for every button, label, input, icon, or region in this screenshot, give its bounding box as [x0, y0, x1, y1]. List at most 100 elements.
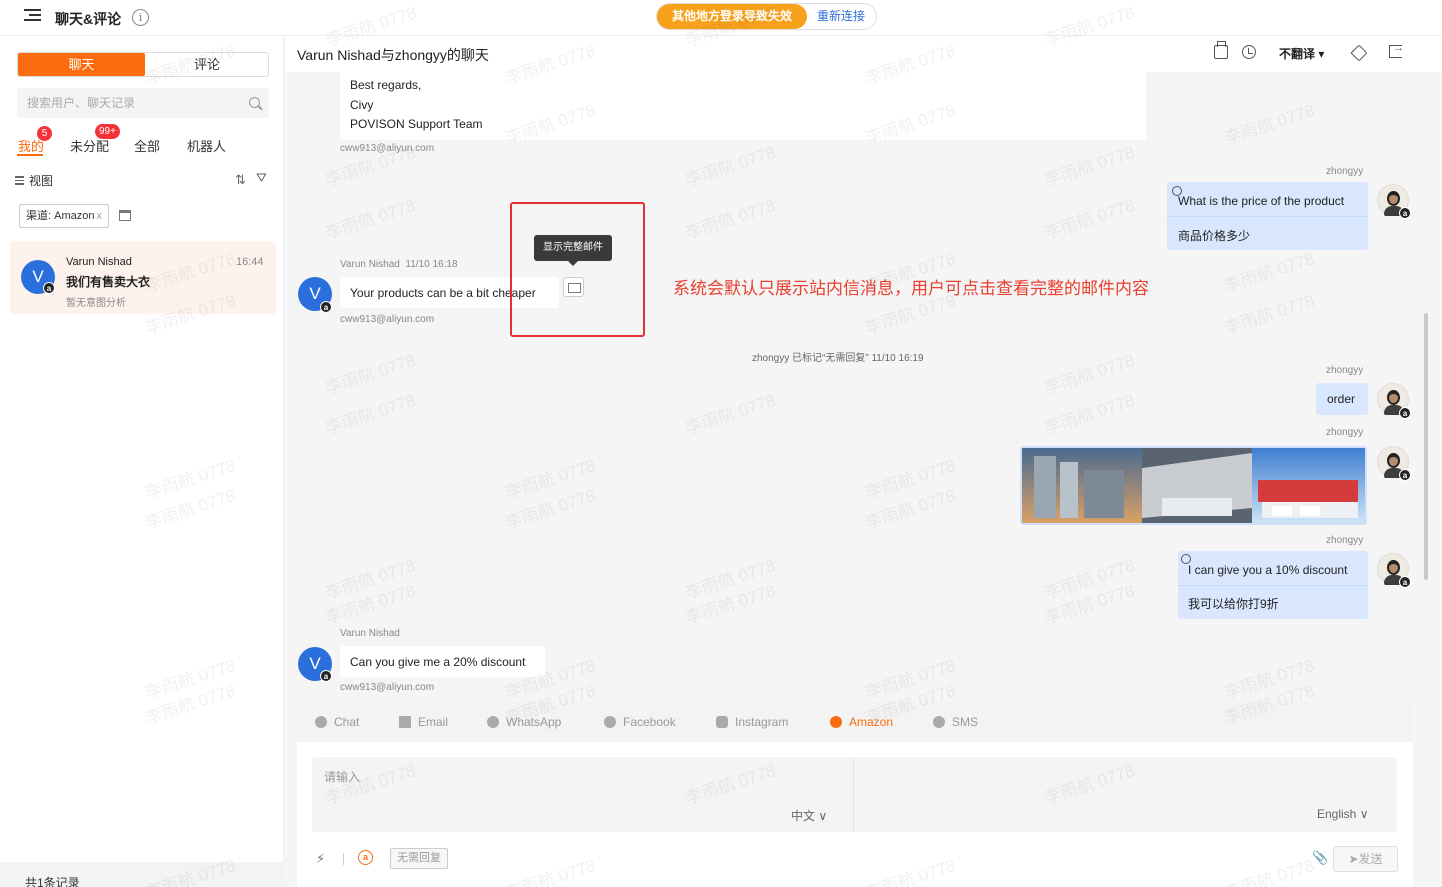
outgoing-message: I can give you a 10% discount 我可以给你打9折 — [1178, 551, 1368, 619]
email-line: Civy — [350, 97, 374, 112]
info-icon[interactable]: i — [132, 9, 149, 26]
menu-icon[interactable] — [24, 9, 41, 23]
record-count: 共1条记录 — [25, 876, 80, 887]
channel-filter-label: 渠道: Amazon — [26, 210, 95, 222]
message-translation: 我可以给你打9折 — [1188, 597, 1279, 611]
system-note: zhongyy 已标记“无需回复” 11/10 16:19 — [752, 353, 924, 364]
amazon-channel-icon: a — [43, 282, 55, 294]
print-icon[interactable] — [1214, 41, 1228, 59]
filter-tab-all[interactable]: 全部 — [134, 136, 160, 155]
message-translation: 商品价格多少 — [1178, 229, 1251, 243]
view-list-icon[interactable] — [15, 176, 24, 185]
mode-switch: 聊天 评论 — [17, 52, 269, 77]
message-text: Your products can be a bit cheaper — [350, 286, 536, 300]
sender-email: cww913@aliyun.com — [340, 682, 435, 693]
message-text: Can you give me a 20% discount — [350, 655, 526, 669]
search-icon[interactable] — [249, 97, 260, 108]
channel-tab-instagram[interactable]: Instagram — [716, 715, 788, 729]
tooltip: 显示完整邮件 — [534, 235, 612, 266]
input-divider — [853, 757, 854, 832]
conversation-sidebar: 聊天 评论 我的 5 未分配 99+ 全部 机器人 视图 ⇅ ⛛ 渠道: Ama… — [0, 36, 284, 887]
channel-tab-chat[interactable]: Chat — [315, 715, 359, 729]
input-box[interactable]: 请输入 中文 ∨ English ∨ — [312, 757, 1397, 832]
conversation-last-message: 我们有售卖大衣 — [66, 275, 151, 289]
conversation-item[interactable]: V a Varun Nishad 16:44 我们有售卖大衣 暂无意图分析 — [10, 241, 276, 314]
store-icon[interactable] — [119, 210, 131, 221]
channel-tab-email[interactable]: Email — [399, 715, 448, 729]
active-tab-underline — [17, 154, 43, 156]
connection-alert: 其他地方登录导致失效 重新连接 — [656, 3, 877, 30]
tab-chat[interactable]: 聊天 — [18, 53, 145, 76]
sms-icon — [933, 716, 945, 728]
app-title: 聊天&评论 — [55, 11, 122, 27]
send-button[interactable]: ➤发送 — [1333, 846, 1398, 872]
sender-email: cww913@aliyun.com — [340, 143, 435, 154]
amazon-channel-icon: a — [1399, 407, 1411, 419]
search-input[interactable] — [17, 88, 269, 118]
sender-name: zhongyy — [1326, 535, 1364, 546]
tab-reviews[interactable]: 评论 — [145, 53, 269, 76]
outgoing-message: order — [1316, 383, 1368, 415]
chat-title: Varun Nishad与zhongyy的聊天 — [297, 47, 489, 63]
instagram-icon — [716, 716, 728, 728]
amazon-channel-icon: a — [320, 301, 332, 313]
channel-tab-facebook[interactable]: Facebook — [604, 715, 676, 729]
sender-name: zhongyy — [1326, 427, 1364, 438]
email-message-tail: Best regards, Civy POVISON Support Team — [340, 70, 1146, 140]
conversation-name: Varun Nishad — [66, 256, 132, 268]
chat-header: Varun Nishad与zhongyy的聊天 不翻译 ▾ — [285, 36, 1442, 72]
facebook-icon — [604, 716, 616, 728]
conversation-intent: 暂无意图分析 — [66, 298, 126, 309]
conversation-time: 16:44 — [236, 256, 264, 268]
amazon-template-icon[interactable]: a — [358, 850, 373, 865]
quick-reply-icon[interactable]: ⚡ — [316, 851, 325, 867]
email-line: POVISON Support Team — [350, 117, 483, 131]
reconnect-link[interactable]: 重新连接 — [817, 4, 865, 29]
message-list[interactable]: Best regards, Civy POVISON Support Team … — [285, 70, 1425, 700]
tag-icon[interactable] — [1350, 44, 1368, 62]
amazon-icon — [830, 716, 842, 728]
record-count-bar: 共1条记录 — [0, 862, 284, 887]
tag-close-icon[interactable]: x — [96, 210, 102, 222]
chat-scrollbar[interactable] — [1424, 313, 1428, 580]
exit-icon[interactable] — [1389, 42, 1404, 58]
message-text: I can give you a 10% discount — [1188, 563, 1348, 577]
factory-photo[interactable] — [1020, 446, 1367, 525]
translate-select[interactable]: 不翻译 ▾ — [1279, 45, 1324, 62]
target-language-select[interactable]: English ∨ — [1317, 807, 1368, 821]
view-label[interactable]: 视图 — [29, 172, 53, 189]
channel-tabs: Chat Email WhatsApp Facebook Instagram A… — [297, 702, 1413, 742]
incoming-message: Can you give me a 20% discount — [340, 646, 545, 677]
source-language-select[interactable]: 中文 ∨ — [791, 807, 827, 824]
message-composer: 请输入 中文 ∨ English ∨ ⚡ a 无需回复 📎 ➤发送 — [297, 742, 1413, 887]
filter-icon[interactable]: ⛛ — [256, 170, 267, 186]
unread-badge-mine: 5 — [37, 126, 52, 141]
filter-tab-robot[interactable]: 机器人 — [187, 136, 226, 155]
email-line: Best regards, — [350, 78, 422, 92]
history-icon[interactable] — [1242, 45, 1256, 59]
amazon-channel-icon: a — [1399, 469, 1411, 481]
outgoing-message: What is the price of the product 商品价格多少 — [1167, 182, 1368, 250]
chat-icon — [315, 716, 327, 728]
message-input-placeholder[interactable]: 请输入 — [324, 768, 360, 785]
sender-name: Varun Nishad — [340, 628, 400, 639]
annotation-text: 系统会默认只展示站内信消息，用户可点击查看完整的邮件内容 — [673, 279, 1149, 298]
translation-divider — [1167, 216, 1368, 217]
no-reply-button[interactable]: 无需回复 — [390, 848, 448, 869]
toolbar-divider — [343, 853, 344, 865]
send-icon: ➤ — [1348, 852, 1359, 866]
message-text: What is the price of the product — [1178, 194, 1345, 208]
sender-line: Varun Nishad 11/10 16:18 — [340, 259, 458, 270]
attachment-icon[interactable]: 📎 — [1312, 850, 1328, 866]
sort-icon[interactable]: ⇅ — [235, 172, 246, 188]
top-bar: 聊天&评论 i 其他地方登录导致失效 重新连接 — [0, 0, 1442, 36]
channel-filter-tag[interactable]: 渠道: Amazon x — [19, 204, 109, 228]
sender-name: zhongyy — [1326, 166, 1364, 177]
sender-name: zhongyy — [1326, 365, 1364, 376]
channel-tab-whatsapp[interactable]: WhatsApp — [487, 715, 561, 729]
channel-tab-amazon[interactable]: Amazon — [830, 715, 893, 729]
sender-name: Varun Nishad — [340, 259, 400, 270]
amazon-channel-icon: a — [320, 670, 332, 682]
alert-message: 其他地方登录导致失效 — [657, 4, 807, 29]
channel-tab-sms[interactable]: SMS — [933, 715, 978, 729]
